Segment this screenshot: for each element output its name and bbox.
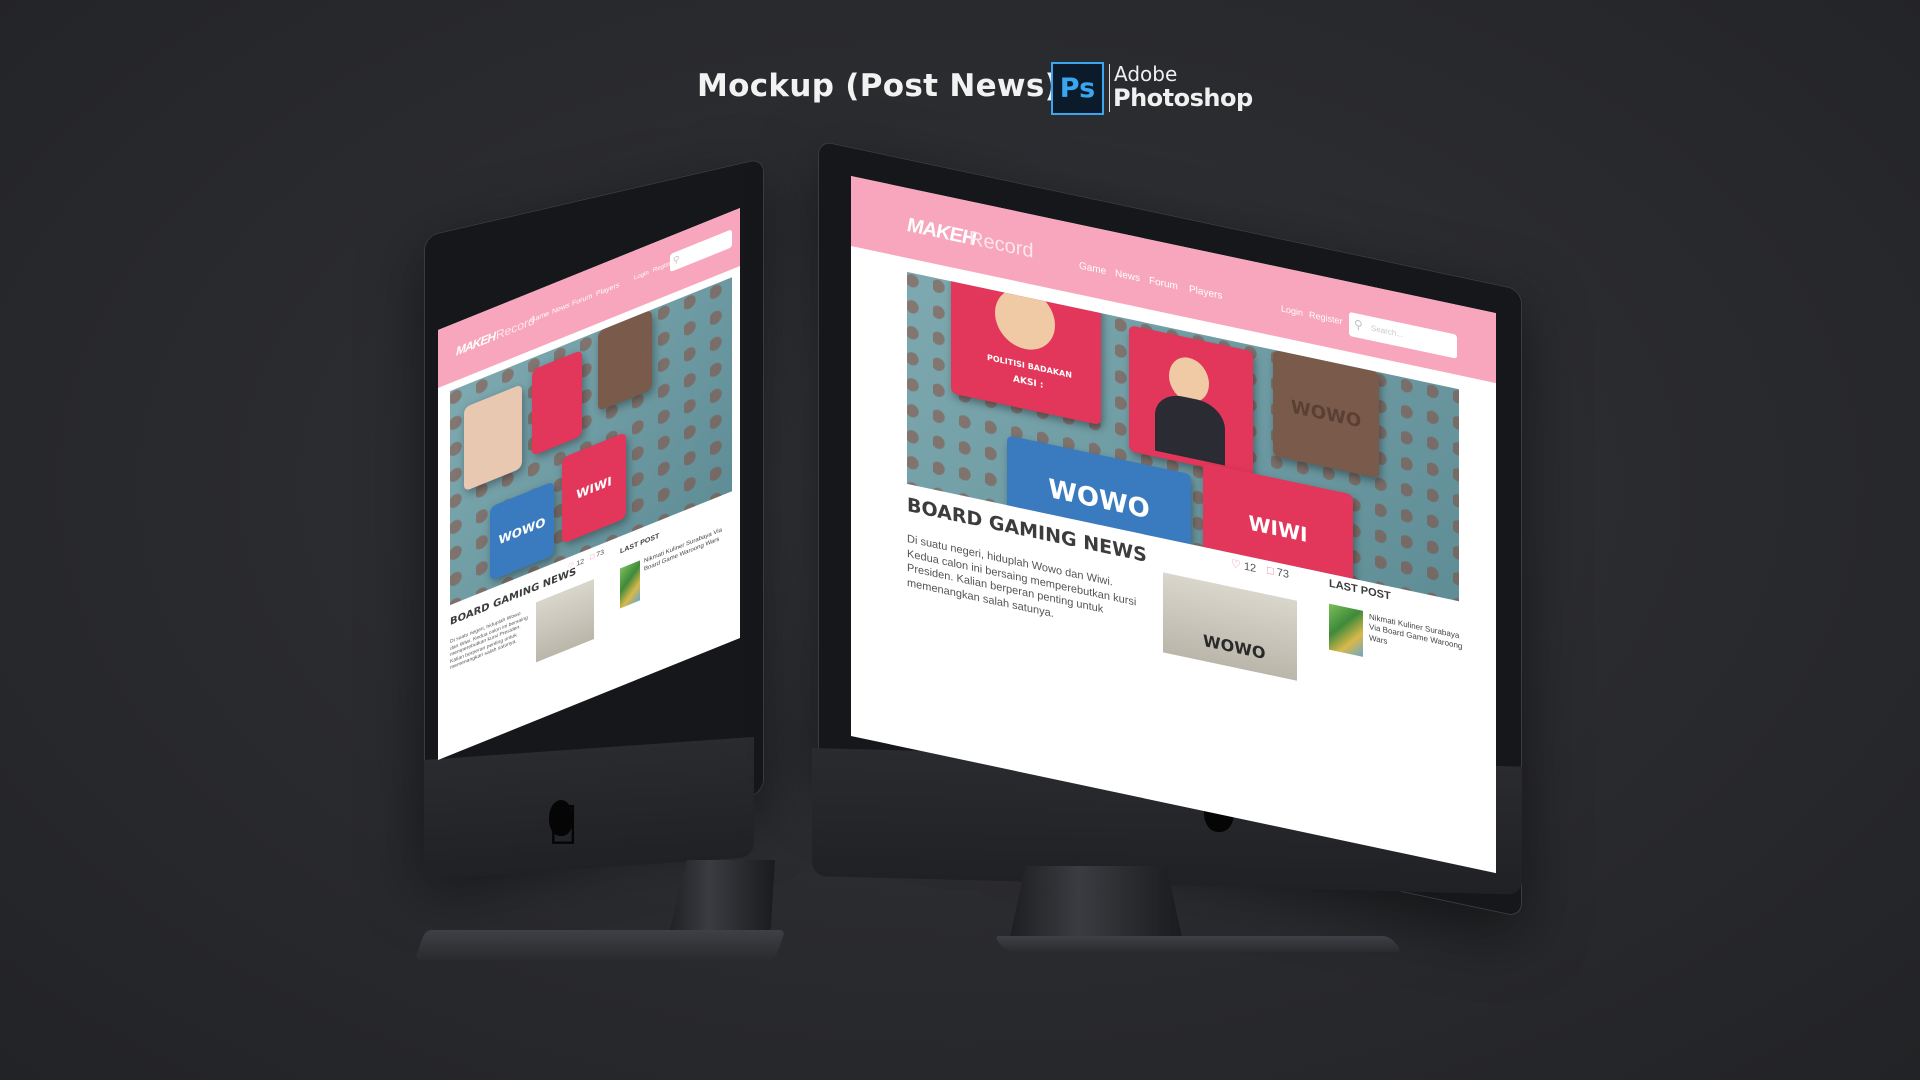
login-link[interactable]: Login	[1281, 303, 1303, 318]
post-thumbnail-text: WOWO	[1203, 630, 1266, 664]
register-link[interactable]: Register	[1309, 309, 1343, 326]
comments-count: □ 73	[1267, 564, 1289, 582]
right-monitor-foot	[993, 936, 1403, 952]
hero-card-politisi: POLITISI BADAKAN AKSI :	[951, 273, 1101, 426]
search-icon: ⚲	[1354, 316, 1363, 333]
card-label-politisi: POLITISI BADAKAN	[987, 352, 1072, 380]
card-label-aksi: AKSI :	[1013, 374, 1044, 391]
likes-count: ♡ 12	[1231, 557, 1257, 576]
nav-forum[interactable]: Forum	[1149, 275, 1178, 292]
right-monitor: MAKEH Record Game News Forum Players Log…	[0, 0, 1920, 1080]
post-thumbnail: WOWO	[1163, 572, 1297, 681]
card-figure-body	[1155, 390, 1225, 466]
right-monitor-stand	[1008, 866, 1184, 946]
comment-icon[interactable]: □	[1267, 564, 1274, 577]
hero-card-red	[1129, 325, 1253, 478]
nav-news[interactable]: News	[1115, 268, 1140, 284]
like-icon[interactable]: ♡	[1231, 558, 1241, 572]
nav-players[interactable]: Players	[1189, 284, 1222, 302]
nav-game[interactable]: Game	[1079, 260, 1106, 277]
sidebar-post-thumbnail[interactable]	[1329, 603, 1363, 657]
search-input[interactable]: ⚲ Search...	[1349, 311, 1457, 359]
site-logo-suffix: Record	[969, 227, 1034, 263]
search-placeholder: Search...	[1371, 323, 1404, 340]
hero-card-brown: WOWO	[1273, 349, 1379, 479]
site-logo[interactable]: MAKEH	[907, 214, 975, 252]
card-figure-head	[995, 282, 1055, 356]
sidebar-post-title[interactable]: Nikmati Kuliner Surabaya Via Board Game …	[1369, 612, 1469, 664]
